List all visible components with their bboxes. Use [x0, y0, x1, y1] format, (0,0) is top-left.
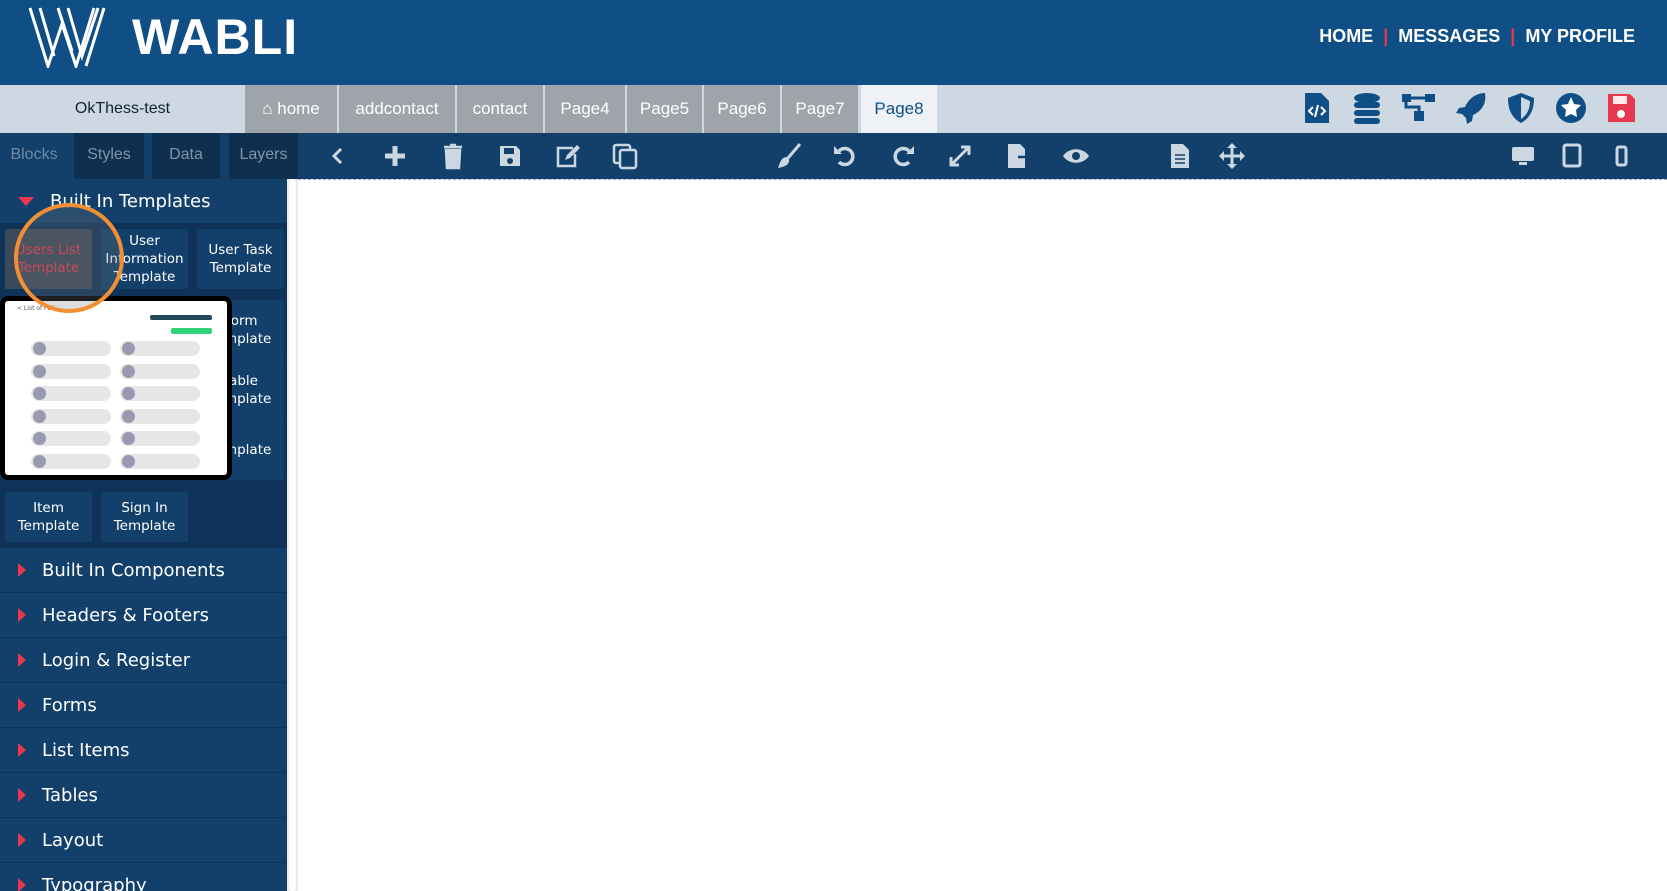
editor-toolbar: Blocks Styles Data Layers — [0, 133, 1667, 179]
preview-user-card — [31, 386, 111, 401]
trash-icon[interactable] — [439, 142, 467, 170]
panel-tab-styles[interactable]: Styles — [74, 133, 144, 179]
save-icon[interactable] — [496, 142, 524, 170]
project-actions — [1301, 91, 1637, 125]
preview-user-card — [120, 431, 200, 446]
category-forms[interactable]: Forms — [0, 683, 287, 728]
preview-user-card — [120, 408, 200, 424]
category-login-register[interactable]: Login & Register — [0, 638, 287, 683]
fullscreen-icon[interactable] — [946, 142, 974, 170]
category-list-items[interactable]: List Items — [0, 728, 287, 773]
sidebar-scrollbar[interactable] — [287, 179, 298, 891]
preview-search-bar — [150, 315, 212, 320]
tab-page4[interactable]: Page4 — [545, 85, 625, 133]
tab-page8[interactable]: Page8 — [861, 85, 937, 133]
mobile-icon[interactable] — [1607, 142, 1635, 170]
preview-user-card — [120, 386, 200, 401]
caret-down-icon — [18, 196, 34, 206]
project-name: OkThess-test — [74, 100, 171, 117]
tab-page7[interactable]: Page7 — [782, 85, 858, 133]
tablet-icon[interactable] — [1558, 142, 1586, 170]
panel-tab-data[interactable]: Data — [152, 133, 220, 179]
top-nav: HOME | MESSAGES | MY PROFILE — [1319, 26, 1635, 47]
caret-right-icon — [18, 653, 26, 667]
click-highlight-ring — [14, 203, 124, 313]
redo-icon[interactable] — [889, 142, 917, 170]
preview-user-card — [31, 453, 111, 469]
preview-user-card — [31, 363, 111, 379]
preview-user-card — [120, 363, 200, 379]
tab-contact[interactable]: contact — [457, 85, 543, 133]
brush-icon[interactable] — [774, 142, 802, 170]
logo[interactable]: WABLI — [28, 6, 298, 68]
wabli-logo-icon — [28, 7, 106, 68]
copy-icon[interactable] — [611, 142, 639, 170]
app-header: WABLI HOME | MESSAGES | MY PROFILE — [0, 0, 1667, 85]
caret-right-icon — [18, 743, 26, 757]
edit-icon[interactable] — [553, 142, 581, 170]
nav-home[interactable]: HOME — [1319, 26, 1373, 47]
tab-page5[interactable]: Page5 — [627, 85, 702, 133]
category-headers-footers[interactable]: Headers & Footers — [0, 593, 287, 638]
template-preview-popover: < List of Pati — [0, 296, 232, 480]
caret-right-icon — [18, 563, 26, 577]
panel-tab-layers[interactable]: Layers — [229, 133, 298, 179]
tab-home[interactable]: ⌂ home — [245, 85, 337, 133]
export-icon[interactable] — [1004, 142, 1032, 170]
eye-icon[interactable] — [1062, 142, 1090, 170]
category-built-in-components[interactable]: Built In Components — [0, 548, 287, 593]
database-icon[interactable] — [1351, 91, 1383, 125]
undo-icon[interactable] — [831, 142, 859, 170]
nav-messages[interactable]: MESSAGES — [1398, 26, 1500, 47]
preview-user-card — [31, 431, 111, 446]
preview-user-card — [31, 408, 111, 424]
divider: | — [1510, 26, 1516, 46]
caret-right-icon — [18, 833, 26, 847]
plus-icon[interactable] — [381, 142, 409, 170]
page-tab-bar: OkThess-test ⌂ home addcontact contact P… — [0, 85, 1667, 133]
caret-right-icon — [18, 788, 26, 802]
star-badge-icon[interactable] — [1555, 91, 1587, 125]
template-user-task[interactable]: User Task Template — [197, 229, 284, 289]
page-icon[interactable] — [1166, 142, 1194, 170]
caret-right-icon — [18, 608, 26, 622]
rocket-icon[interactable] — [1455, 91, 1487, 125]
nav-my-profile[interactable]: MY PROFILE — [1525, 26, 1635, 47]
preview-user-card — [31, 341, 111, 356]
editor-canvas[interactable] — [298, 179, 1667, 891]
home-icon: ⌂ — [262, 99, 278, 118]
preview-add-button — [171, 328, 212, 334]
back-icon[interactable] — [324, 142, 352, 170]
sitemap-icon[interactable] — [1401, 91, 1437, 125]
desktop-icon[interactable] — [1509, 142, 1537, 170]
preview-user-card — [120, 453, 200, 469]
template-item[interactable]: Item Template — [5, 492, 92, 542]
category-typography[interactable]: Typography — [0, 863, 287, 891]
tab-page6[interactable]: Page6 — [704, 85, 780, 133]
scrollbar-thumb[interactable] — [289, 179, 296, 891]
template-sign-in[interactable]: Sign In Template — [101, 492, 188, 542]
shield-icon[interactable] — [1505, 91, 1537, 125]
preview-user-card — [120, 341, 200, 356]
divider: | — [1383, 26, 1389, 46]
move-icon[interactable] — [1218, 142, 1246, 170]
code-file-icon[interactable] — [1301, 91, 1333, 125]
category-tables[interactable]: Tables — [0, 773, 287, 818]
save-icon[interactable] — [1605, 91, 1637, 125]
category-layout[interactable]: Layout — [0, 818, 287, 863]
caret-right-icon — [18, 878, 26, 891]
tab-addcontact[interactable]: addcontact — [339, 85, 455, 133]
caret-right-icon — [18, 698, 26, 712]
panel-tab-blocks[interactable]: Blocks — [0, 133, 68, 179]
